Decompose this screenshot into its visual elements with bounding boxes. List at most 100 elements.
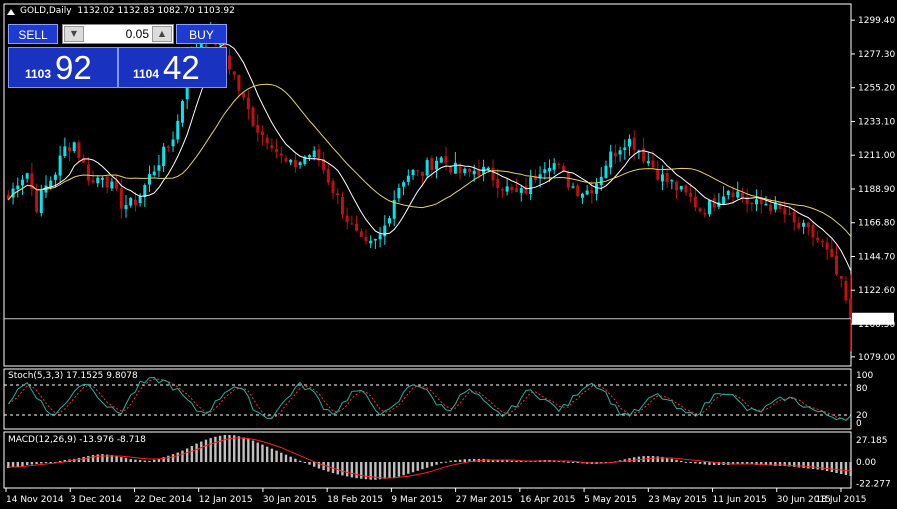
candle-body bbox=[364, 237, 368, 242]
macd-bar bbox=[30, 462, 34, 465]
candle-body bbox=[722, 196, 726, 204]
candle-body bbox=[129, 197, 133, 206]
macd-bar bbox=[444, 461, 448, 463]
candle-body bbox=[345, 215, 349, 222]
candle-body bbox=[783, 208, 787, 215]
candle-body bbox=[825, 242, 829, 250]
candle-body bbox=[609, 151, 613, 168]
macd-bar bbox=[350, 462, 354, 478]
candle-body bbox=[336, 193, 340, 196]
candle-body bbox=[646, 161, 650, 164]
candle-body bbox=[86, 164, 90, 181]
macd-bar bbox=[265, 446, 269, 462]
macd-bar bbox=[830, 462, 834, 472]
candle-body bbox=[660, 174, 664, 182]
candle-body bbox=[599, 176, 603, 186]
ask-price-box[interactable]: 1104 42 bbox=[118, 47, 227, 88]
candle-body bbox=[576, 185, 580, 197]
ask-price-prefix: 1104 bbox=[133, 67, 160, 81]
candle-body bbox=[731, 192, 735, 198]
candle-body bbox=[293, 159, 297, 168]
stoch-tick-label: 80 bbox=[856, 384, 868, 394]
lot-size-value[interactable]: 0.05 bbox=[126, 27, 149, 41]
candle-body bbox=[350, 223, 354, 225]
candle-body bbox=[524, 185, 528, 194]
macd-bar bbox=[96, 454, 99, 462]
candle-body bbox=[355, 223, 359, 231]
candle-body bbox=[571, 186, 575, 188]
macd-bar bbox=[44, 462, 48, 463]
macd-bar bbox=[153, 459, 156, 462]
macd-bar bbox=[261, 444, 264, 462]
candle-body bbox=[510, 186, 514, 191]
macd-title: MACD(12,26,9) -13.976 -8.718 bbox=[8, 435, 146, 445]
candle-body bbox=[552, 163, 556, 170]
lot-size-stepper[interactable]: ▼ 0.05 ▲ bbox=[62, 24, 174, 44]
candle-body bbox=[585, 190, 589, 195]
macd-bar bbox=[35, 462, 38, 464]
candle-body bbox=[68, 147, 72, 152]
macd-bar bbox=[129, 459, 132, 462]
macd-bar bbox=[440, 462, 443, 464]
candle-body bbox=[665, 172, 669, 183]
candle-body bbox=[340, 196, 344, 215]
macd-bar bbox=[101, 454, 104, 462]
bid-price-box[interactable]: 1103 92 bbox=[8, 47, 118, 88]
candle-body bbox=[162, 146, 166, 167]
candle-body bbox=[562, 165, 566, 171]
increase-lot-icon[interactable]: ▲ bbox=[152, 26, 172, 42]
macd-bar bbox=[844, 462, 848, 475]
macd-bar bbox=[25, 462, 29, 465]
candle-body bbox=[505, 186, 509, 192]
current-price-label: 1103.92 bbox=[856, 315, 893, 325]
macd-bar bbox=[341, 462, 344, 476]
macd-bar bbox=[694, 462, 697, 464]
macd-bar bbox=[209, 438, 212, 462]
candle-body bbox=[557, 163, 561, 165]
macd-bar bbox=[251, 440, 255, 462]
candle-body bbox=[670, 180, 674, 182]
stoch-tick-label: 100 bbox=[856, 371, 873, 381]
macd-bar bbox=[313, 462, 316, 467]
time-tick-label: 9 Mar 2015 bbox=[391, 495, 442, 505]
candle-body bbox=[20, 179, 24, 186]
macd-bar bbox=[360, 462, 363, 479]
candle-body bbox=[237, 74, 241, 91]
sell-button[interactable]: SELL bbox=[8, 24, 58, 44]
candle-body bbox=[500, 189, 504, 191]
candle-body bbox=[820, 240, 824, 243]
collapse-triangle-icon[interactable] bbox=[7, 9, 15, 15]
time-tick-label: 5 May 2015 bbox=[584, 495, 637, 505]
candle-body bbox=[839, 275, 843, 279]
candle-body bbox=[402, 182, 406, 187]
macd-bar bbox=[816, 462, 819, 470]
candle-body bbox=[453, 162, 457, 174]
macd-bar bbox=[284, 454, 288, 462]
macd-bar bbox=[802, 462, 805, 468]
macd-bar bbox=[651, 456, 655, 462]
macd-bar bbox=[680, 460, 683, 462]
time-tick-label: 22 Dec 2014 bbox=[134, 495, 192, 505]
time-tick-label: 27 Mar 2015 bbox=[456, 495, 513, 505]
time-tick-label: 16 Apr 2015 bbox=[520, 495, 576, 505]
candle-body bbox=[378, 234, 382, 240]
time-tick-label: 12 Jan 2015 bbox=[199, 495, 253, 505]
macd-bar bbox=[303, 462, 307, 463]
price-tick-label: 1122.60 bbox=[858, 286, 895, 296]
candle-body bbox=[63, 146, 67, 157]
candle-body bbox=[547, 167, 551, 172]
macd-bar bbox=[835, 462, 838, 473]
price-tick-label: 1144.70 bbox=[858, 252, 895, 262]
candle-body bbox=[176, 120, 180, 140]
candle-body bbox=[256, 124, 260, 133]
macd-bar bbox=[138, 460, 142, 462]
candle-body bbox=[133, 199, 137, 206]
macd-bar bbox=[505, 460, 509, 462]
macd-bar bbox=[656, 456, 659, 462]
macd-bar bbox=[16, 462, 19, 467]
macd-bar bbox=[416, 462, 419, 471]
buy-button[interactable]: BUY bbox=[176, 24, 227, 44]
candle-body bbox=[326, 169, 330, 183]
decrease-lot-icon[interactable]: ▼ bbox=[64, 26, 84, 42]
macd-bar bbox=[167, 455, 170, 462]
